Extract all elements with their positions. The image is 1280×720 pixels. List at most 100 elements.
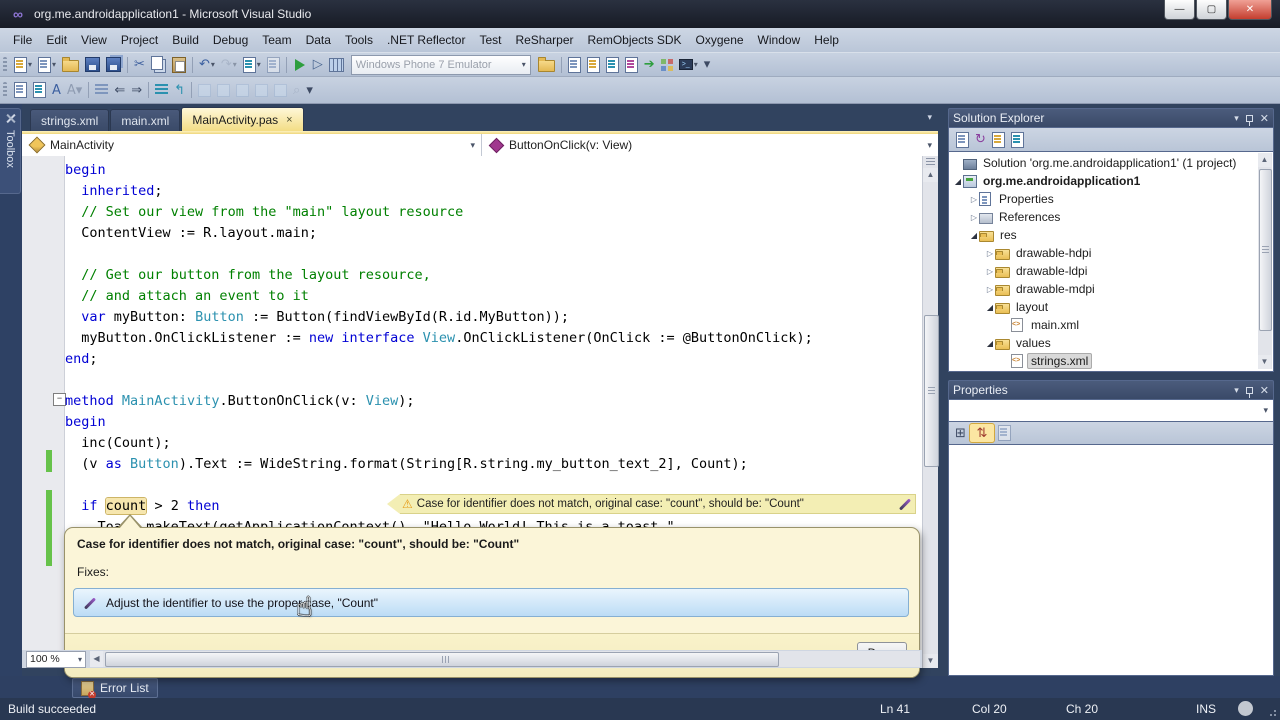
increase-indent-icon[interactable]: ⇒ [129,80,144,100]
expander-icon[interactable]: ◢ [969,231,979,240]
menu-tools[interactable]: Tools [338,30,380,50]
menu-help[interactable]: Help [807,30,846,50]
toolbar-grip[interactable] [3,56,7,73]
toolbox-tab[interactable]: Toolbox [0,108,21,194]
scroll-down-icon[interactable]: ▼ [1258,355,1271,369]
tree-item-values[interactable]: ◢ values [949,334,1273,352]
new-project-icon[interactable]: ▾ [12,55,34,75]
vertical-scrollbar-thumb[interactable] [924,315,939,467]
close-icon[interactable]: × [286,114,292,126]
menu-project[interactable]: Project [114,30,165,50]
menu-build[interactable]: Build [165,30,206,50]
tree-item-strings-xml[interactable]: strings.xml [949,352,1273,370]
horizontal-scrollbar-thumb[interactable] [105,652,779,667]
tree-vertical-scrollbar[interactable]: ▲ ▼ [1258,153,1272,369]
object-browser-icon[interactable] [604,55,621,75]
tree-item-layout[interactable]: ◢ layout [949,298,1273,316]
copy-icon[interactable] [149,55,168,75]
undo-icon[interactable]: ↶ ▾ [197,55,217,75]
complete-word-icon[interactable]: A▾ [65,80,84,100]
close-icon[interactable]: ✕ [1260,112,1269,125]
scroll-up-icon[interactable]: ▲ [923,168,938,182]
expander-icon[interactable]: ◢ [985,339,995,348]
auto-hide-pin-icon[interactable] [1245,114,1253,126]
menu--net-reflector[interactable]: .NET Reflector [380,30,472,50]
uncomment-selection-icon[interactable]: ↰ [172,80,187,100]
display-member-list-icon[interactable] [12,80,29,100]
maximize-button[interactable]: ▢ [1196,0,1227,20]
menu-test[interactable]: Test [472,30,508,50]
auto-hide-pin-icon[interactable] [1245,386,1253,398]
expander-icon[interactable]: ▷ [985,249,995,258]
properties-titlebar[interactable]: Properties ▾ ✕ [948,380,1274,400]
menu-debug[interactable]: Debug [206,30,255,50]
categorized-icon[interactable]: ⊞ [953,423,968,443]
fix-suggestion-item[interactable]: Adjust the identifier to use the proper … [73,588,909,617]
close-icon[interactable]: ✕ [1260,384,1269,397]
cut-icon[interactable]: ✂ [132,55,147,75]
title-bar[interactable]: ∞ org.me.androidapplication1 - Microsoft… [0,0,1280,28]
navigate-icon[interactable]: ▾ [241,55,263,75]
save-icon[interactable] [83,55,102,75]
properties-object-combo[interactable]: ▾ [948,400,1274,422]
tree-item-org-me-androidapplication1[interactable]: ◢ org.me.androidapplication1 [949,172,1273,190]
open-file-icon[interactable] [60,55,81,75]
toolbar2-overflow-icon[interactable]: ▾ [304,80,315,100]
menu-remobjects-sdk[interactable]: RemObjects SDK [580,30,688,50]
menu-team[interactable]: Team [255,30,298,50]
member-dropdown[interactable]: ButtonOnClick(v: View) ▾ [482,134,938,156]
menu-data[interactable]: Data [299,30,338,50]
menu-edit[interactable]: Edit [39,30,74,50]
scroll-down-icon[interactable]: ▼ [923,654,938,668]
menu-resharper[interactable]: ReSharper [508,30,580,50]
extension-manager-icon[interactable]: ➔ [642,55,657,75]
properties-window-icon[interactable] [585,55,602,75]
expander-icon[interactable]: ▷ [969,213,979,222]
zoom-combo[interactable]: 100 % ▾ [26,650,86,668]
toolbar-overflow-icon[interactable]: ▾ [702,55,713,75]
parameter-info-icon[interactable] [31,80,48,100]
deployment-target-combo[interactable]: Windows Phone 7 Emulator ▾ [350,54,531,75]
expander-icon[interactable]: ▷ [985,267,995,276]
command-window-icon[interactable]: >_ ▾ [677,55,700,75]
save-all-icon[interactable] [104,55,123,75]
editor-horizontal-scrollbar[interactable] [103,651,920,667]
se-refresh-icon[interactable]: ↻ [973,130,988,150]
paste-icon[interactable] [170,55,188,75]
tree-item-solution-org-me-androidapplication1-1-project-[interactable]: Solution 'org.me.androidapplication1' (1… [949,154,1273,172]
scroll-up-icon[interactable]: ▲ [1258,153,1271,167]
comment-selection-icon[interactable] [153,80,170,100]
display-lines-icon[interactable] [93,80,110,100]
tree-item-properties[interactable]: ▷ Properties [949,190,1273,208]
window-position-chevron-icon[interactable]: ▾ [1234,385,1239,396]
menu-file[interactable]: File [6,30,39,50]
tab-mainactivity-pas[interactable]: MainActivity.pas × [181,107,304,131]
quick-fix-wand-icon[interactable] [897,497,911,511]
tree-item-res[interactable]: ◢ res [949,226,1273,244]
tree-item-drawable-ldpi[interactable]: ▷ drawable-ldpi [949,262,1273,280]
inline-warning-strip[interactable]: ⚠ Case for identifier does not match, or… [387,494,916,514]
editor-vertical-scrollbar[interactable]: ▲ ▼ [922,156,939,668]
build-deploy-icon[interactable] [327,55,346,75]
error-list-button[interactable]: Error List [72,678,158,699]
find-in-files-icon[interactable] [536,55,557,75]
solution-explorer-titlebar[interactable]: Solution Explorer ▾ ✕ [948,108,1274,128]
menu-oxygene[interactable]: Oxygene [689,30,751,50]
tab-main-xml[interactable]: main.xml [110,109,181,131]
window-position-chevron-icon[interactable]: ▾ [1234,113,1239,124]
expander-icon[interactable]: ▷ [969,195,979,204]
tree-item-main-xml[interactable]: main.xml [949,316,1273,334]
start-without-debugging-icon[interactable]: ▷ [311,55,325,75]
class-view-icon[interactable] [623,55,640,75]
start-page-icon[interactable] [659,55,675,75]
tree-item-references[interactable]: ▷ References [949,208,1273,226]
tree-item-drawable-hdpi[interactable]: ▷ drawable-hdpi [949,244,1273,262]
se-properties-icon[interactable] [954,130,971,150]
add-new-item-icon[interactable]: ▾ [36,55,58,75]
expander-icon[interactable]: ◢ [985,303,995,312]
start-debugging-icon[interactable] [291,55,309,75]
close-button[interactable]: ✕ [1228,0,1272,20]
expander-icon[interactable]: ◢ [953,177,963,186]
document-list-chevron-icon[interactable]: ▾ [927,112,932,123]
tab-strings-xml[interactable]: strings.xml [30,109,110,131]
